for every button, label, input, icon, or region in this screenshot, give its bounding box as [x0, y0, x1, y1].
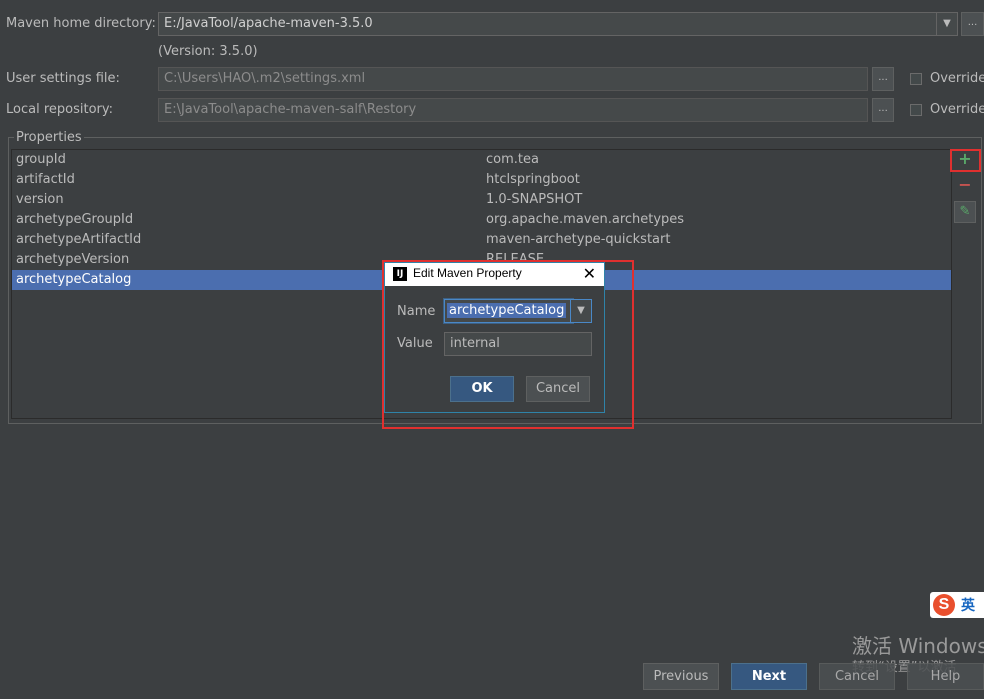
edit-property-button[interactable]: ✎ — [954, 201, 976, 223]
property-value: com.tea — [486, 152, 539, 167]
maven-home-browse-button[interactable]: ... — [961, 12, 984, 36]
next-button[interactable]: Next — [731, 663, 807, 690]
maven-home-label: Maven home directory: — [6, 16, 156, 31]
property-key: archetypeVersion — [16, 252, 130, 267]
table-row[interactable]: groupId com.tea — [12, 150, 951, 170]
user-settings-override-label: Override — [930, 71, 984, 86]
dialog-highlight — [382, 260, 634, 429]
property-value: htclspringboot — [486, 172, 580, 187]
property-key: groupId — [16, 152, 66, 167]
properties-title: Properties — [14, 130, 84, 145]
table-row[interactable]: version 1.0-SNAPSHOT — [12, 190, 951, 210]
user-settings-browse-button[interactable]: ... — [872, 67, 894, 91]
property-value: 1.0-SNAPSHOT — [486, 192, 583, 207]
maven-home-combo[interactable]: E:/JavaTool/apache-maven-3.5.0 — [158, 12, 937, 36]
local-repository-override-checkbox[interactable] — [910, 104, 922, 116]
property-key: archetypeCatalog — [16, 272, 132, 287]
cancel-wizard-button[interactable]: Cancel — [819, 663, 895, 690]
user-settings-label: User settings file: — [6, 71, 120, 86]
table-row[interactable]: artifactId htclspringboot — [12, 170, 951, 190]
activate-windows-text: 激活 Windows — [852, 634, 984, 658]
local-repository-label: Local repository: — [6, 102, 113, 117]
local-repository-browse-button[interactable]: ... — [872, 98, 894, 122]
property-value: maven-archetype-quickstart — [486, 232, 671, 247]
previous-button[interactable]: Previous — [643, 663, 719, 690]
table-row[interactable]: archetypeArtifactId maven-archetype-quic… — [12, 230, 951, 250]
property-key: artifactId — [16, 172, 75, 187]
table-row[interactable]: archetypeGroupId org.apache.maven.archet… — [12, 210, 951, 230]
property-key: archetypeGroupId — [16, 212, 134, 227]
property-key: version — [16, 192, 64, 207]
property-key: archetypeArtifactId — [16, 232, 142, 247]
ime-indicator[interactable]: S 英 — [930, 592, 984, 618]
user-settings-field[interactable]: C:\Users\HAO\.m2\settings.xml — [158, 67, 868, 91]
sogou-logo-icon: S — [933, 594, 955, 616]
user-settings-override-checkbox[interactable] — [910, 73, 922, 85]
property-value: org.apache.maven.archetypes — [486, 212, 685, 227]
maven-version-text: (Version: 3.5.0) — [158, 44, 258, 59]
ime-language: 英 — [961, 598, 975, 614]
add-button-highlight — [950, 149, 981, 172]
help-button[interactable]: Help — [907, 663, 984, 690]
remove-property-button[interactable]: − — [954, 175, 976, 197]
local-repository-override-label: Override — [930, 102, 984, 117]
local-repository-field[interactable]: E:\JavaTool\apache-maven-salf\Restory — [158, 98, 868, 122]
chevron-down-icon[interactable]: ▼ — [936, 12, 958, 36]
